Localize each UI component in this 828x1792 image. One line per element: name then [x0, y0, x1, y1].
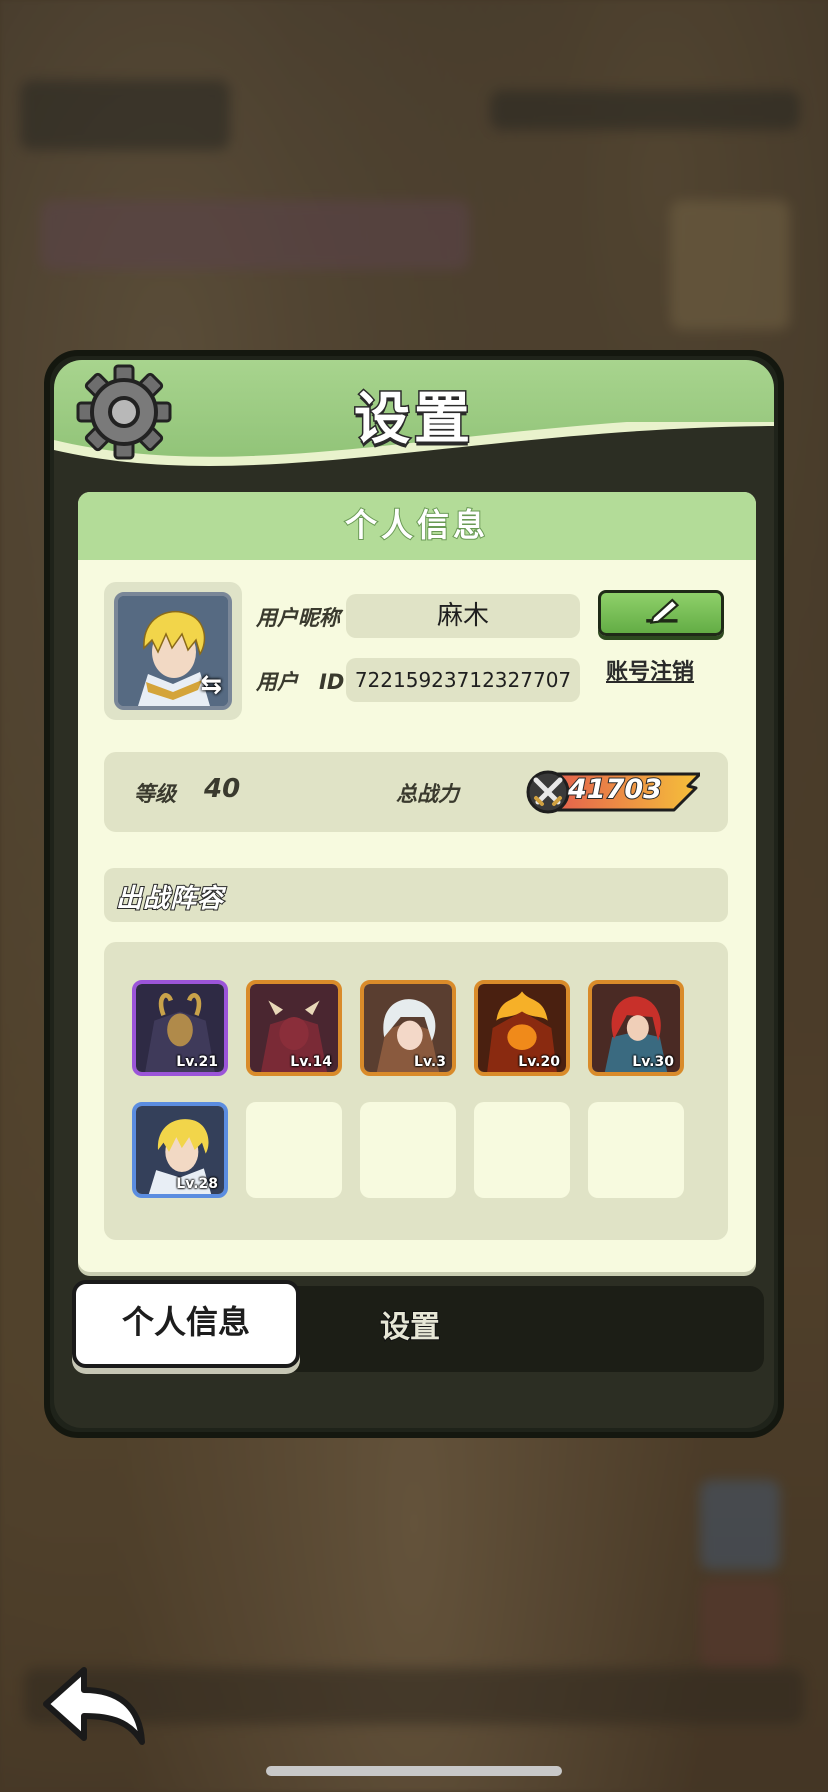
stats-row: 等级 40 总战力 41703 — [104, 752, 728, 832]
empty-slot[interactable] — [360, 1102, 456, 1198]
avatar[interactable]: ⇆ — [114, 592, 232, 710]
edit-nickname-button[interactable] — [598, 590, 724, 636]
panel-header: 设置 — [54, 360, 774, 482]
hero-slot-1[interactable]: Lv.21 — [132, 980, 228, 1076]
level-value: 40 — [204, 774, 241, 804]
power-badge: 41703 — [524, 768, 700, 816]
empty-slot[interactable] — [246, 1102, 342, 1198]
hero-slot-5[interactable]: Lv.30 — [588, 980, 684, 1076]
hero-lineup-grid: Lv.21 Lv.14 Lv.3 Lv.20 Lv.30 Lv.28 — [104, 942, 728, 1240]
hero-level: Lv.21 — [176, 1054, 218, 1070]
account-deletion-link[interactable]: 账号注销 — [606, 654, 694, 686]
panel-title: 设置 — [353, 386, 474, 454]
panel-inner: 设置 个人信息 ⇆ 用户昵称 麻木 用户 ID 7221592371232770… — [54, 360, 774, 1428]
power-label: 总战力 — [396, 782, 459, 806]
level-label: 等级 — [134, 782, 176, 806]
user-id-field: 72215923712327707 — [346, 658, 580, 702]
settings-panel: 设置 个人信息 ⇆ 用户昵称 麻木 用户 ID 7221592371232770… — [44, 350, 784, 1438]
card-title: 个人信息 — [78, 492, 756, 560]
hero-level: Lv.3 — [414, 1054, 446, 1070]
tab-personal-info[interactable]: 个人信息 — [72, 1280, 300, 1368]
hero-level: Lv.30 — [632, 1054, 674, 1070]
hero-slot-4[interactable]: Lv.20 — [474, 980, 570, 1076]
home-indicator[interactable] — [266, 1766, 562, 1776]
hero-level: Lv.14 — [290, 1054, 332, 1070]
empty-slot[interactable] — [474, 1102, 570, 1198]
user-id-label: 用户 ID — [256, 670, 345, 694]
lineup-title: 出战阵容 — [115, 883, 225, 915]
hero-slot-2[interactable]: Lv.14 — [246, 980, 342, 1076]
nickname-field: 麻木 — [346, 594, 580, 638]
avatar-frame[interactable]: ⇆ — [104, 582, 242, 720]
hero-slot-3[interactable]: Lv.3 — [360, 980, 456, 1076]
profile-card: 个人信息 ⇆ 用户昵称 麻木 用户 ID 72215923712327707 账… — [78, 492, 756, 1272]
power-value: 41703 — [567, 773, 663, 806]
hero-slot-6[interactable]: Lv.28 — [132, 1102, 228, 1198]
lineup-header: 出战阵容 — [104, 868, 728, 922]
tab-settings[interactable]: 设置 — [330, 1300, 490, 1356]
hero-level: Lv.20 — [518, 1054, 560, 1070]
back-arrow-icon[interactable] — [40, 1660, 150, 1750]
swap-icon: ⇆ — [200, 670, 222, 700]
nickname-label: 用户昵称 — [256, 606, 340, 630]
edit-pencil-icon — [646, 598, 680, 624]
hero-level: Lv.28 — [176, 1176, 218, 1192]
empty-slot[interactable] — [588, 1102, 684, 1198]
